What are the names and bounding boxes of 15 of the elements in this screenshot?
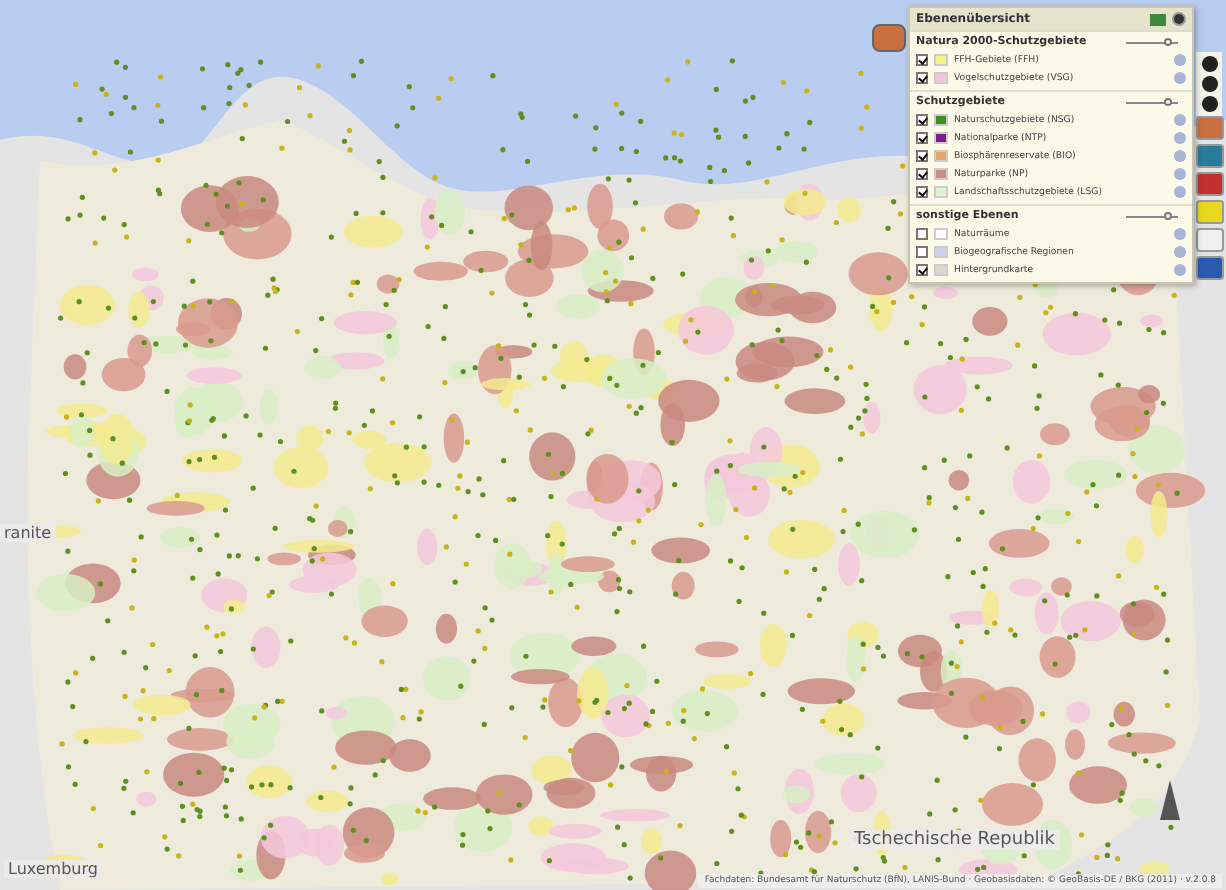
close-icon[interactable] <box>1172 12 1186 26</box>
checkbox[interactable] <box>916 168 928 180</box>
checkbox[interactable] <box>916 228 928 240</box>
checkbox[interactable] <box>916 114 928 126</box>
checkbox[interactable] <box>916 72 928 84</box>
map-label: Luxemburg <box>4 860 102 878</box>
checkbox[interactable] <box>916 186 928 198</box>
checkbox[interactable] <box>916 150 928 162</box>
checkbox[interactable] <box>916 264 928 276</box>
north-arrow-icon <box>1160 780 1180 820</box>
map-label: Tschechische Republik <box>850 830 1060 850</box>
checkbox[interactable] <box>916 54 928 66</box>
map-label: ranite <box>0 524 56 542</box>
checkbox[interactable] <box>916 246 928 258</box>
checkbox[interactable] <box>916 132 928 144</box>
